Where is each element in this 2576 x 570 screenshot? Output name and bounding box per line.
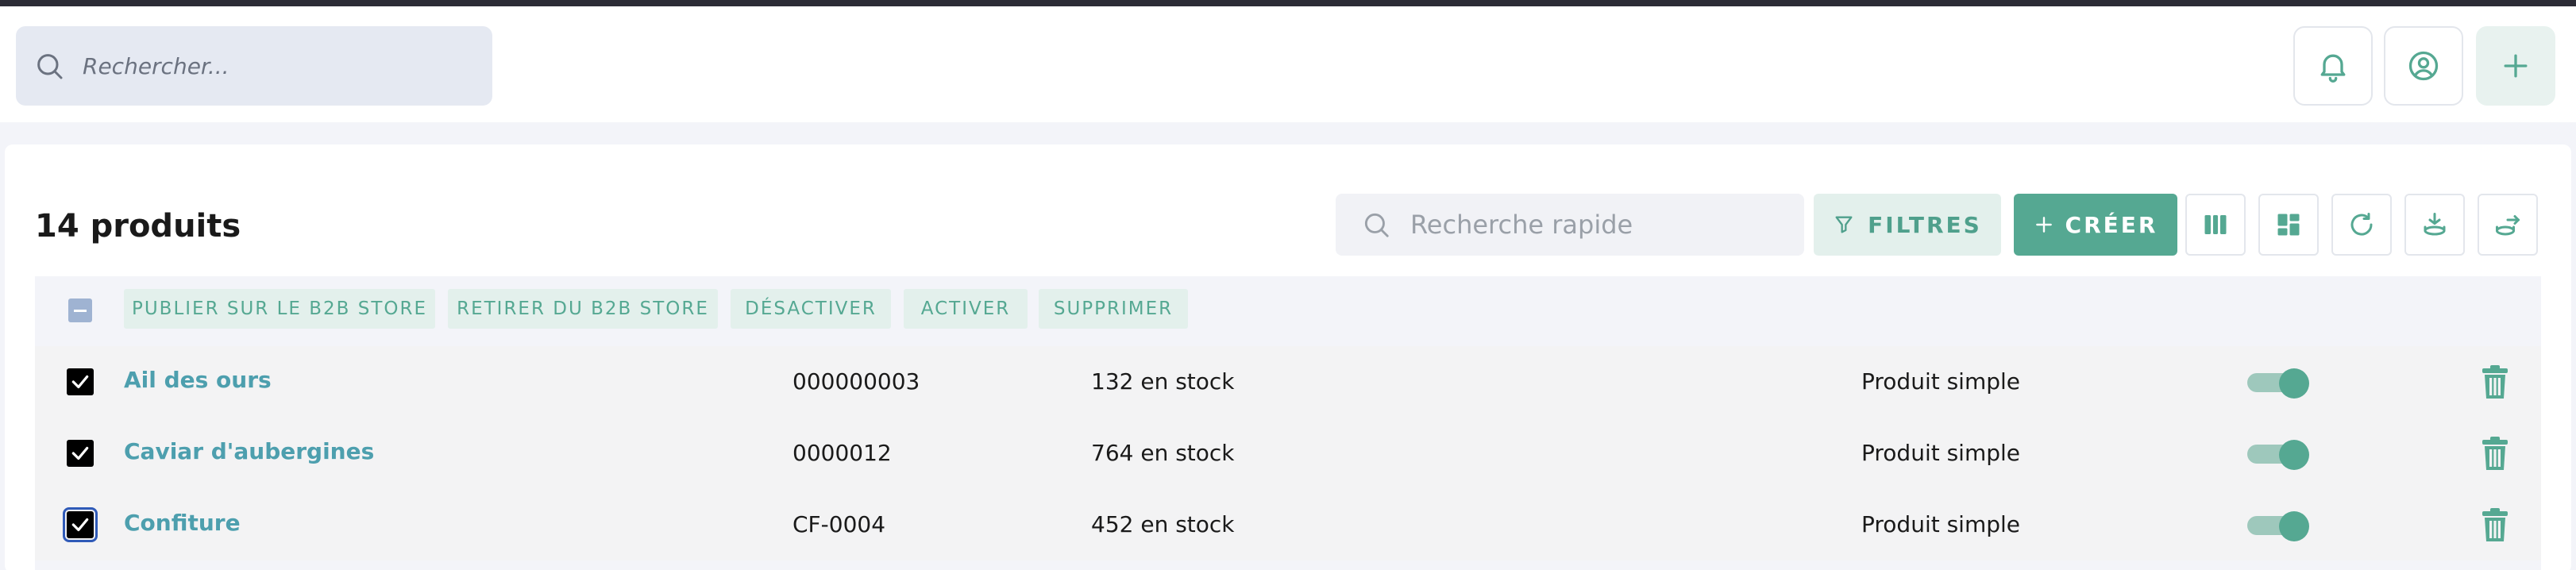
active-toggle[interactable] [2247, 440, 2309, 470]
trash-icon[interactable] [2479, 508, 2511, 543]
export-icon [2496, 215, 2520, 236]
notifications-button[interactable] [2293, 26, 2373, 106]
quick-search-input[interactable] [1410, 210, 1776, 240]
refresh-button[interactable] [2331, 194, 2392, 256]
top-bar [0, 6, 2576, 122]
publish-b2b-button[interactable]: PUBLIER SUR LE B2B STORE [124, 289, 435, 329]
layout-button[interactable] [2258, 194, 2319, 256]
product-stock: 764 en stock [1091, 440, 1235, 466]
deactivate-button[interactable]: DÉSACTIVER [731, 289, 891, 329]
trash-icon[interactable] [2479, 365, 2511, 400]
product-sku: 000000003 [792, 368, 920, 395]
table-row[interactable]: Ail des ours 000000003 132 en stock Prod… [35, 346, 2541, 418]
row-checkbox[interactable] [67, 440, 94, 467]
filters-label: FILTRES [1868, 211, 1982, 238]
columns-icon [2204, 215, 2227, 234]
products-table: PUBLIER SUR LE B2B STORE RETIRER DU B2B … [35, 276, 2541, 570]
export-button[interactable] [2478, 194, 2538, 256]
bell-icon [2320, 54, 2346, 83]
row-checkbox[interactable] [63, 507, 98, 542]
window-top-border [0, 0, 2576, 6]
checkmark-icon [71, 375, 89, 389]
layout-icon [2277, 214, 2300, 236]
profile-button[interactable] [2384, 26, 2463, 106]
active-toggle[interactable] [2247, 368, 2309, 399]
create-button[interactable]: CRÉER [2014, 194, 2177, 256]
create-label: CRÉER [2065, 211, 2158, 238]
table-row[interactable]: Caviar d'aubergines 0000012 764 en stock… [35, 418, 2541, 489]
global-search[interactable] [16, 26, 492, 106]
import-icon [2424, 213, 2446, 236]
search-icon [37, 54, 63, 79]
product-stock: 452 en stock [1091, 511, 1235, 537]
active-toggle[interactable] [2247, 511, 2309, 541]
checkmark-icon [71, 446, 89, 460]
plus-icon [2035, 217, 2052, 233]
product-name-link[interactable]: Ail des ours [124, 367, 272, 393]
columns-button[interactable] [2185, 194, 2246, 256]
page-title: 14 produits [35, 208, 241, 245]
delete-selected-button[interactable]: SUPPRIMER [1039, 289, 1188, 329]
refresh-icon [2350, 213, 2373, 236]
user-circle-icon [2408, 51, 2439, 81]
product-name-link[interactable]: Confiture [124, 510, 241, 536]
products-card: 14 produits FILTRES CRÉER PUBLIER SUR LE… [5, 144, 2571, 570]
product-sku: 0000012 [792, 440, 892, 466]
table-row[interactable]: Confiture CF-0004 452 en stock Produit s… [35, 489, 2541, 560]
add-button[interactable] [2476, 26, 2555, 106]
product-stock: 132 en stock [1091, 368, 1235, 395]
product-name-link[interactable]: Caviar d'aubergines [124, 438, 374, 464]
search-icon [1364, 213, 1389, 237]
product-type: Produit simple [1861, 511, 2021, 537]
filter-icon [1835, 216, 1853, 233]
product-type: Produit simple [1861, 368, 2021, 395]
activate-button[interactable]: ACTIVER [904, 289, 1028, 329]
product-sku: CF-0004 [792, 511, 886, 537]
checkmark-icon [71, 518, 89, 532]
row-checkbox[interactable] [67, 368, 94, 395]
global-search-input[interactable] [83, 52, 464, 79]
quick-search[interactable] [1336, 194, 1804, 256]
bulk-actions-bar: PUBLIER SUR LE B2B STORE RETIRER DU B2B … [35, 276, 2541, 346]
filters-button[interactable]: FILTRES [1814, 194, 2001, 256]
unpublish-b2b-button[interactable]: RETIRER DU B2B STORE [448, 289, 718, 329]
plus-icon [2504, 54, 2528, 78]
import-button[interactable] [2404, 194, 2465, 256]
select-all-checkbox[interactable] [68, 298, 92, 322]
trash-icon[interactable] [2479, 437, 2511, 472]
product-type: Produit simple [1861, 440, 2021, 466]
